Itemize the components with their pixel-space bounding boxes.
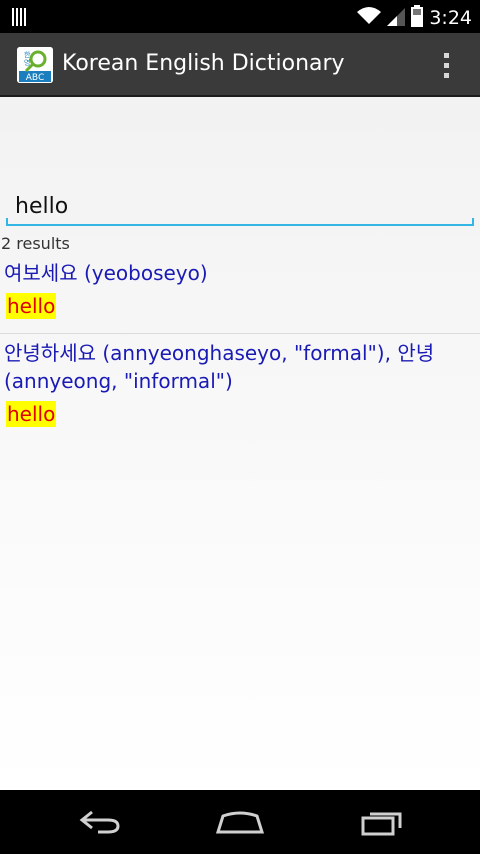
back-icon[interactable]	[60, 800, 140, 844]
battery-icon	[411, 5, 424, 31]
dictionary-app-icon[interactable]: ABC 한 영	[17, 47, 53, 83]
home-icon[interactable]	[200, 800, 280, 844]
result-english-text: hello	[6, 401, 57, 427]
search-input[interactable]	[6, 188, 474, 224]
result-item[interactable]: 여보세요 (yeoboseyo) hello	[0, 259, 480, 319]
result-divider	[0, 333, 480, 334]
signal-icon	[387, 6, 406, 30]
result-item[interactable]: 안녕하세요 (annyeonghaseyo, "formal"), 안녕 (an…	[0, 339, 480, 427]
status-bar: 3:24	[0, 0, 480, 33]
app-title: Korean English Dictionary	[62, 51, 345, 76]
result-count: 2 results	[1, 234, 70, 253]
navigation-bar	[0, 790, 480, 854]
search-input-underline	[6, 218, 474, 226]
action-bar: ABC 한 영 Korean English Dictionary	[0, 33, 480, 97]
svg-text:한: 한	[24, 51, 31, 59]
recent-apps-icon[interactable]	[342, 800, 422, 844]
status-time: 3:24	[429, 7, 472, 29]
result-korean-text: 안녕하세요 (annyeonghaseyo, "formal"), 안녕 (an…	[4, 341, 435, 393]
overflow-menu-icon[interactable]	[434, 47, 458, 83]
result-english-text: hello	[6, 293, 57, 319]
wifi-icon	[357, 6, 382, 30]
result-korean-text: 여보세요 (yeoboseyo)	[4, 261, 208, 285]
svg-text:ABC: ABC	[26, 73, 44, 83]
svg-text:영: 영	[24, 58, 30, 67]
barcode-icon	[12, 8, 28, 30]
